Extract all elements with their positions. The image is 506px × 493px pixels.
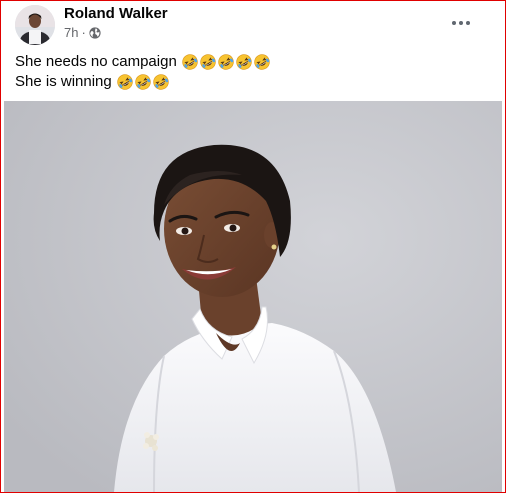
post-card: Roland Walker 7h · She needs no campaign xyxy=(0,0,506,493)
post-meta: 7h · xyxy=(64,25,101,40)
rolling-laughing-emoji-icon xyxy=(153,74,169,90)
portrait-image xyxy=(4,101,502,492)
emoji-group xyxy=(117,74,169,90)
post-photo[interactable] xyxy=(4,101,502,492)
rolling-laughing-emoji-icon xyxy=(218,54,234,70)
post-header: Roland Walker 7h · xyxy=(15,5,493,45)
more-options-icon[interactable] xyxy=(449,13,473,33)
meta-separator: · xyxy=(81,25,86,40)
rolling-laughing-emoji-icon xyxy=(135,74,151,90)
avatar-image xyxy=(15,5,55,45)
author-avatar[interactable] xyxy=(15,5,55,45)
post-text-line: She is winning xyxy=(15,72,270,92)
post-text: She needs no campaign She is winning xyxy=(15,52,270,92)
post-text-line-1: She needs no campaign xyxy=(15,53,177,70)
emoji-group xyxy=(182,54,270,70)
rolling-laughing-emoji-icon xyxy=(236,54,252,70)
post-text-line: She needs no campaign xyxy=(15,52,270,72)
author-name[interactable]: Roland Walker xyxy=(64,5,168,22)
globe-icon[interactable] xyxy=(89,26,101,39)
rolling-laughing-emoji-icon xyxy=(254,54,270,70)
post-timestamp[interactable]: 7h xyxy=(64,25,78,40)
rolling-laughing-emoji-icon xyxy=(200,54,216,70)
rolling-laughing-emoji-icon xyxy=(117,74,133,90)
post-text-line-2: She is winning xyxy=(15,73,112,90)
rolling-laughing-emoji-icon xyxy=(182,54,198,70)
